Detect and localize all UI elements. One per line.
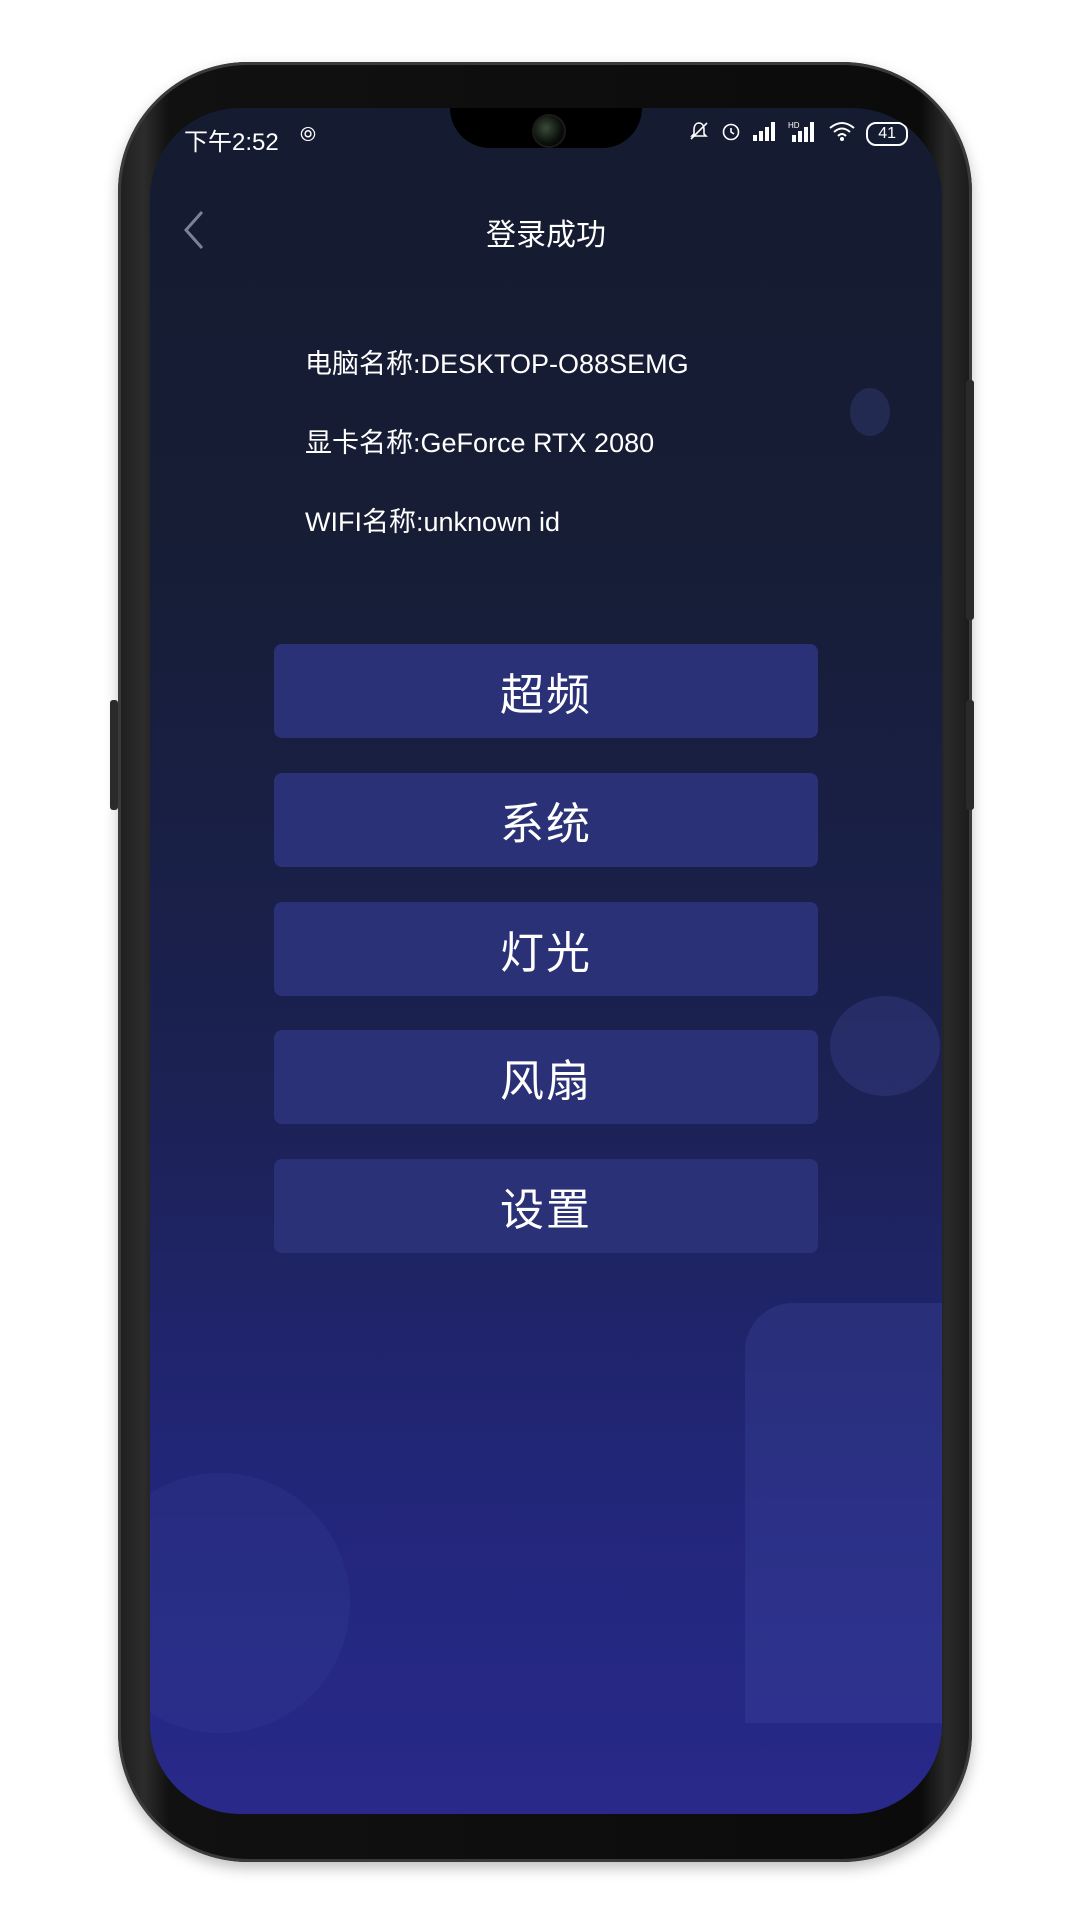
computer-name-text: 电脑名称:DESKTOP-O88SEMG [305,349,689,379]
status-icons: HD 41 [688,120,908,148]
app-screen: 下午2:52 ⦾ HD 41 登录成功 电脑名称:DESKTOP-O88SEMG… [150,108,942,1814]
power-button [966,700,974,810]
hd-signal-icon: HD [788,120,818,148]
battery-icon: 41 [866,122,908,146]
mute-icon [688,120,710,148]
page-title: 登录成功 [486,218,606,253]
hotspot-icon: ⦾ [300,122,316,146]
gpu-name-text: 显卡名称:GeForce RTX 2080 [305,428,655,458]
bg-panel-shape [745,1303,942,1723]
settings-button[interactable]: 设置 [274,1159,818,1253]
bg-bubble-large [150,1473,350,1733]
wifi-name-text: WIFI名称:unknown id [305,507,561,537]
volume-button [966,380,974,620]
fan-button[interactable]: 风扇 [274,1030,818,1124]
system-button[interactable]: 系统 [274,773,818,867]
status-time: 下午2:52 [184,129,279,156]
svg-text:HD: HD [788,121,800,130]
bg-bubble-medium [830,996,940,1096]
bg-bubble-small [850,388,890,436]
overclock-button[interactable]: 超频 [274,644,818,738]
lighting-button[interactable]: 灯光 [274,902,818,996]
side-button-left [110,700,118,810]
signal-icon [752,121,778,147]
front-camera [532,114,566,148]
wifi-icon [828,120,856,148]
alarm-icon [720,120,742,148]
